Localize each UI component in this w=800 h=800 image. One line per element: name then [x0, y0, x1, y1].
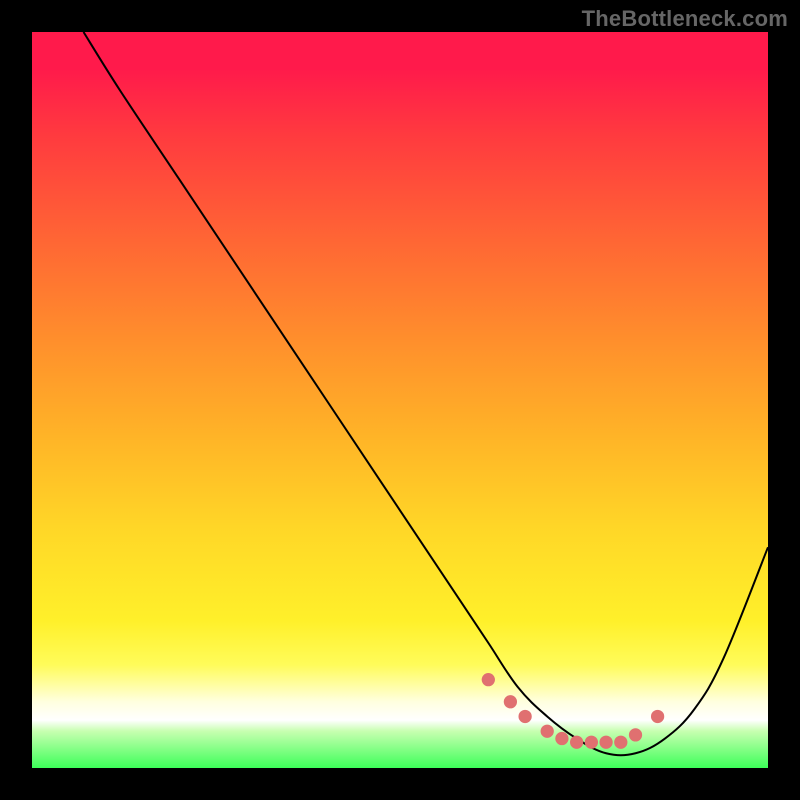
highlight-marker: [599, 736, 612, 749]
highlight-marker: [614, 736, 627, 749]
chart-frame: TheBottleneck.com: [0, 0, 800, 800]
highlight-marker: [504, 695, 517, 708]
highlight-marker: [570, 736, 583, 749]
highlight-marker: [518, 710, 531, 723]
markers-layer: [32, 32, 768, 768]
highlight-marker: [651, 710, 664, 723]
watermark-text: TheBottleneck.com: [582, 6, 788, 32]
highlight-marker: [541, 725, 554, 738]
highlight-marker: [482, 673, 495, 686]
highlight-marker: [629, 728, 642, 741]
plot-area: [32, 32, 768, 768]
highlight-marker: [585, 736, 598, 749]
highlight-marker: [555, 732, 568, 745]
